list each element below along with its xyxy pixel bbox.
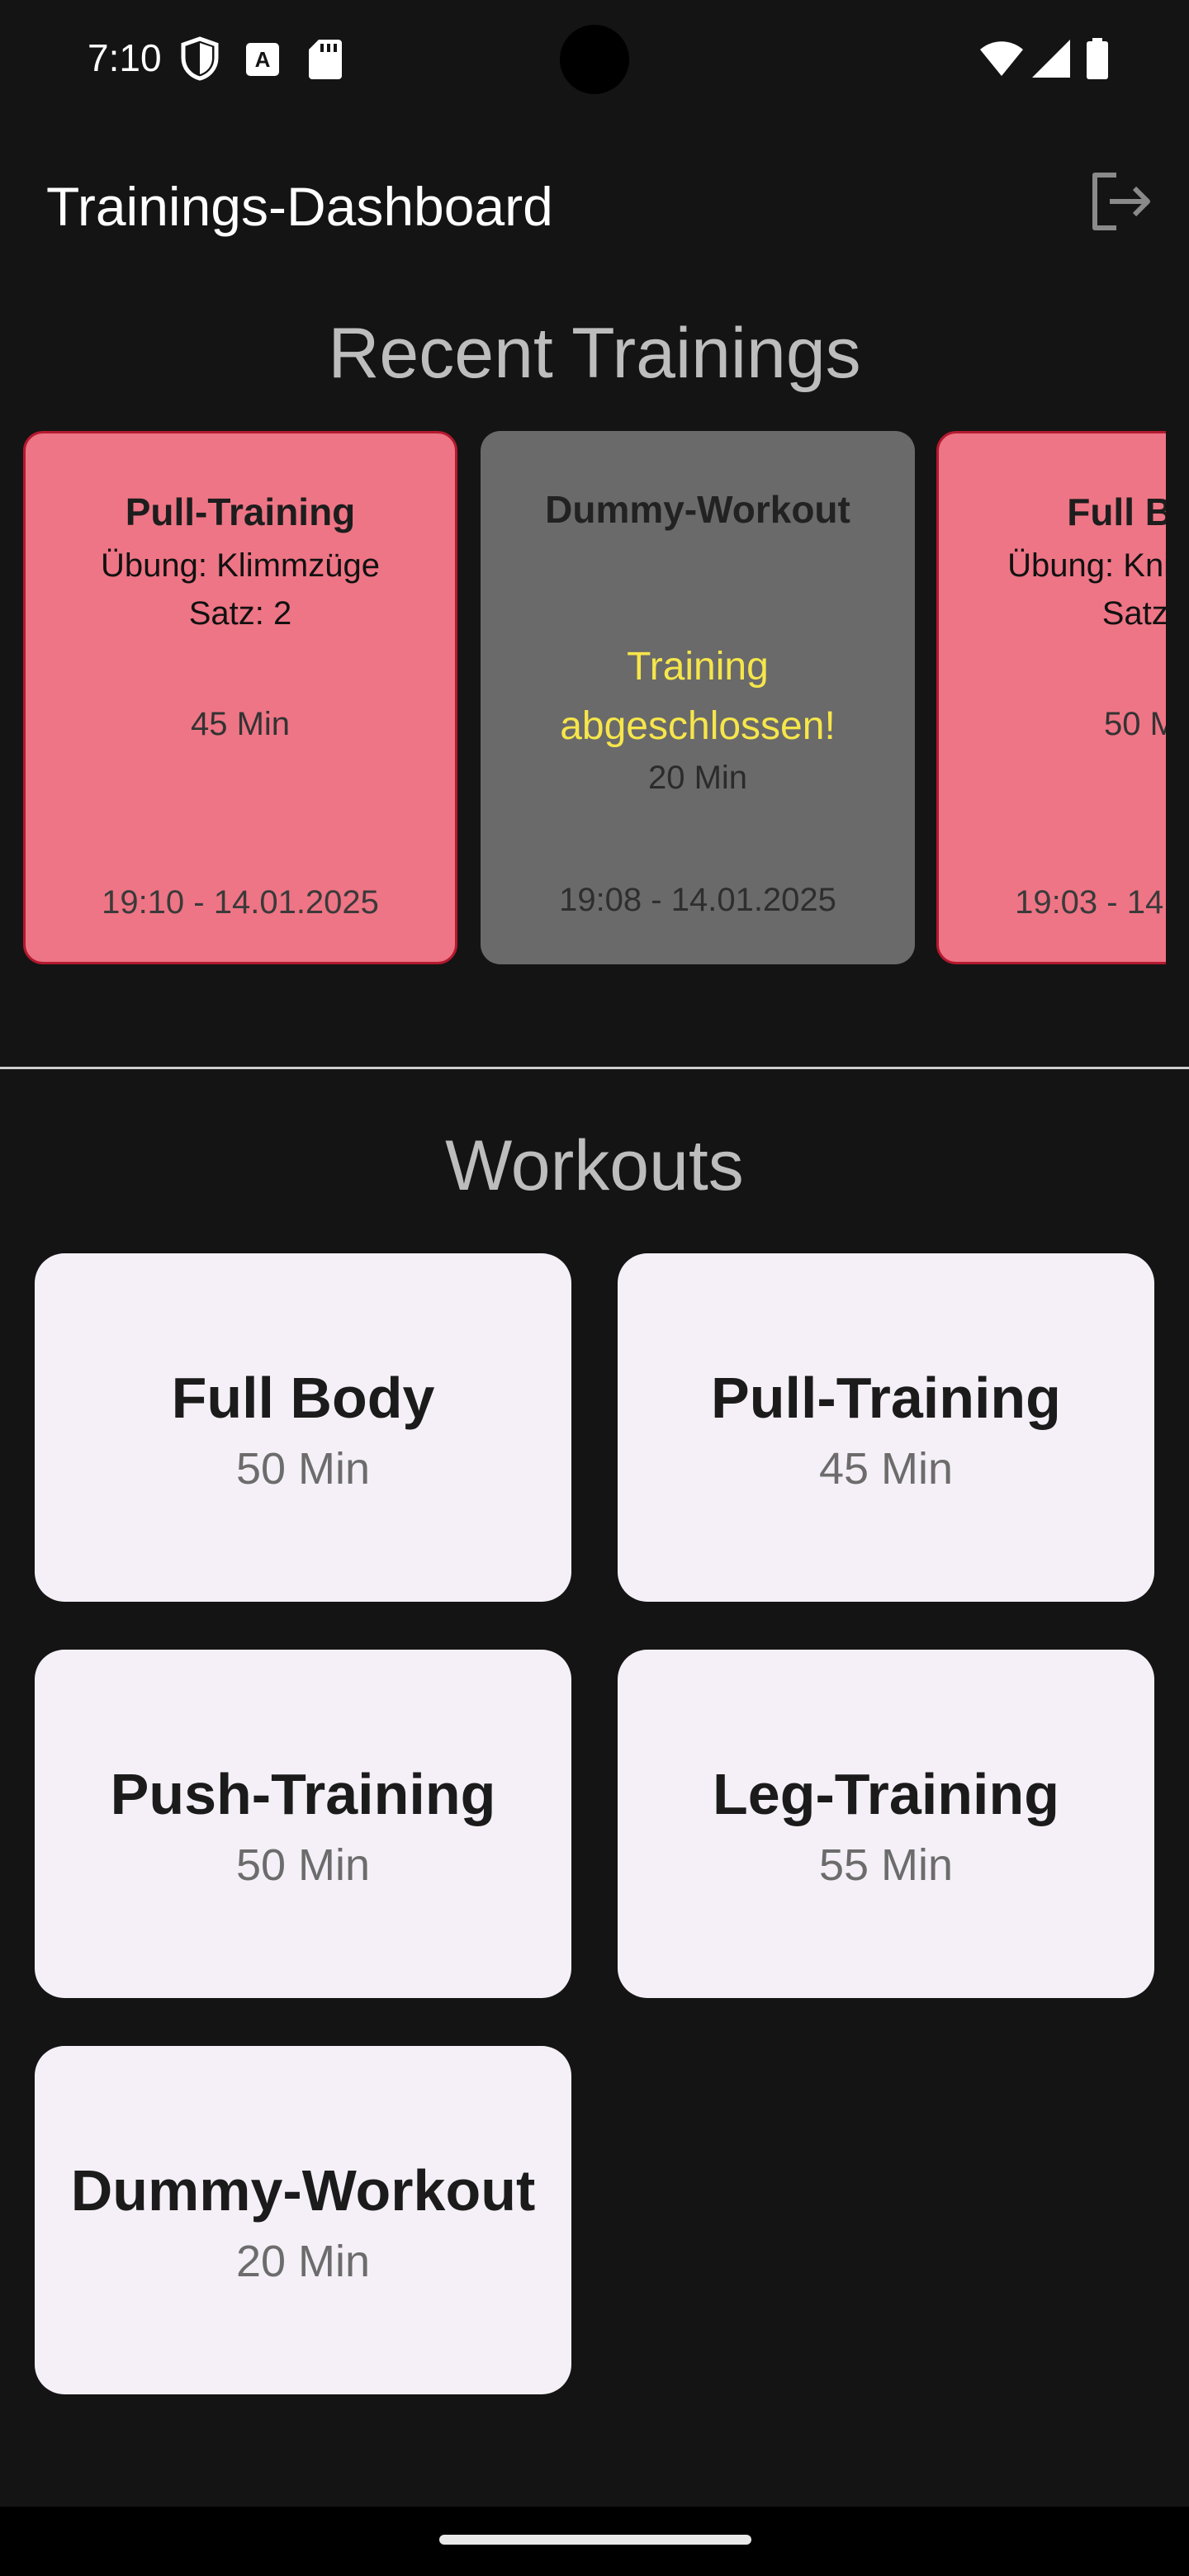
recent-training-name: Dummy-Workout <box>545 488 850 531</box>
signal-icon <box>1032 40 1070 78</box>
workout-card[interactable]: Push-Training 50 Min <box>35 1650 571 1998</box>
recent-training-name: Pull-Training <box>125 490 356 533</box>
workout-card[interactable]: Dummy-Workout 20 Min <box>35 2046 571 2394</box>
workout-card[interactable]: Full Body 50 Min <box>35 1253 571 1602</box>
status-time: 7:10 <box>88 36 162 79</box>
workouts-title: Workouts <box>445 1126 744 1205</box>
recent-training-set: Satz: 1 <box>1101 595 1166 632</box>
status-bar: 7:10 A <box>0 0 1189 116</box>
recent-training-card[interactable]: Pull-Training Übung: Klimmzüge Satz: 2 4… <box>23 431 457 964</box>
camera-cutout <box>560 25 629 94</box>
recent-training-datetime: 19:10 - 14.01.2025 <box>102 884 379 921</box>
workout-duration: 50 Min <box>235 1444 371 1494</box>
workout-name: Dummy-Workout <box>70 2158 536 2223</box>
recent-trainings-carousel[interactable]: Pull-Training Übung: Klimmzüge Satz: 2 4… <box>0 429 1166 966</box>
app-title: Trainings-Dashboard <box>46 176 553 237</box>
workout-card[interactable]: Pull-Training 45 Min <box>618 1253 1154 1602</box>
workout-duration: 45 Min <box>818 1444 954 1494</box>
recent-training-duration: 20 Min <box>647 760 748 796</box>
battery-icon <box>1087 38 1108 79</box>
recent-training-card[interactable]: Dummy-Workout Training abgeschlossen! 20… <box>481 431 915 964</box>
recent-training-duration: 50 Min <box>1103 706 1166 742</box>
recent-training-exercise: Übung: Klimmzüge <box>101 547 380 584</box>
recent-training-set: Satz: 2 <box>188 595 292 632</box>
recent-training-datetime: 19:03 - 14.01.2025 <box>1015 884 1166 921</box>
workout-name: Push-Training <box>110 1762 496 1826</box>
recent-training-datetime: 19:08 - 14.01.2025 <box>559 882 836 918</box>
workout-name: Full Body <box>171 1366 435 1430</box>
sd-card-icon <box>309 40 342 79</box>
workout-duration: 20 Min <box>235 2237 371 2286</box>
recent-trainings-title: Recent Trainings <box>328 314 861 393</box>
recent-training-card[interactable]: Full Body Übung: Kniebeugen Satz: 1 50 M… <box>936 431 1166 964</box>
recent-training-name: Full Body <box>1067 490 1166 533</box>
wifi-icon <box>980 41 1023 76</box>
workout-duration: 50 Min <box>235 1840 371 1890</box>
home-gesture-handle[interactable] <box>439 2535 751 2545</box>
workout-name: Pull-Training <box>711 1366 1061 1430</box>
workout-name: Leg-Training <box>713 1762 1059 1826</box>
logout-icon[interactable] <box>1085 167 1154 236</box>
shield-icon <box>181 36 219 81</box>
recent-training-duration: 45 Min <box>190 706 291 742</box>
workout-card[interactable]: Leg-Training 55 Min <box>618 1650 1154 1998</box>
training-completed-label: Training abgeschlossen! <box>560 645 836 748</box>
font-a-icon: A <box>246 43 279 76</box>
section-divider <box>0 1067 1189 1069</box>
recent-training-exercise: Übung: Kniebeugen <box>1007 547 1166 584</box>
workout-duration: 55 Min <box>818 1840 954 1890</box>
svg-text:A: A <box>255 47 271 72</box>
